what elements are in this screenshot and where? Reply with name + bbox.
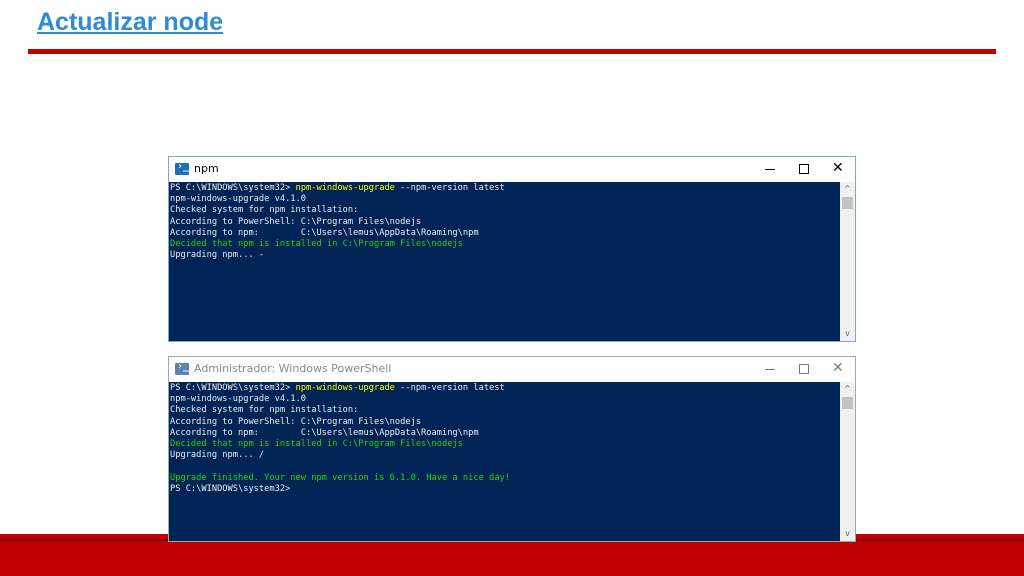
window-title: npm [194,162,219,175]
minimize-button[interactable] [753,357,787,382]
window-title: Administrador: Windows PowerShell [194,362,392,375]
title-divider [28,49,996,54]
minimize-button[interactable] [753,157,787,182]
maximize-icon [799,364,809,374]
scroll-down-icon[interactable]: v [840,527,855,541]
powershell-icon [175,361,189,375]
minimize-icon [765,369,775,370]
command-text: npm-windows-upgrade [295,383,395,393]
scroll-thumb[interactable] [842,397,853,409]
maximize-icon [799,164,809,174]
console-output[interactable]: PS C:\WINDOWS\system32> npm-windows-upgr… [169,382,840,541]
close-button[interactable]: ✕ [821,157,855,182]
console-line: According to npm: C:\Users\lemus\AppData… [170,227,479,238]
scroll-up-icon[interactable]: ^ [840,182,855,196]
console-line: According to PowerShell: C:\Program File… [170,216,422,227]
scroll-down-icon[interactable]: v [840,327,855,341]
scroll-thumb[interactable] [842,197,853,209]
scroll-up-icon[interactable]: ^ [840,382,855,396]
command-args: --npm-version latest [394,183,505,193]
console-line-success: Upgrade finished. Your new npm version i… [170,472,510,483]
slide-title[interactable]: Actualizar node [37,8,223,37]
vertical-scrollbar[interactable]: ^ v [840,382,855,541]
maximize-button[interactable] [787,357,821,382]
close-button[interactable]: ✕ [821,357,855,382]
powershell-console-window[interactable]: Administrador: Windows PowerShell ✕ PS C… [168,356,856,542]
prompt-text: PS C:\WINDOWS\system32> [170,383,296,393]
vertical-scrollbar[interactable]: ^ v [840,182,855,341]
console-line: npm-windows-upgrade v4.1.0 [170,194,306,205]
maximize-button[interactable] [787,157,821,182]
window-titlebar[interactable]: Administrador: Windows PowerShell ✕ [169,357,855,382]
console-line-success: Decided that npm is installed in C:\Prog… [170,238,463,249]
console-line: Upgrading npm... - [170,250,265,261]
console-line-success: Decided that npm is installed in C:\Prog… [170,438,463,449]
console-line: According to PowerShell: C:\Program File… [170,416,422,427]
prompt-text: PS C:\WINDOWS\system32> [170,183,296,193]
console-line: Checked system for npm installation: [170,205,359,216]
console-line: PS C:\WINDOWS\system32> npm-windows-upgr… [170,383,840,394]
powershell-icon [175,161,189,175]
console-line-prompt[interactable]: PS C:\WINDOWS\system32> [170,484,840,495]
command-text: npm-windows-upgrade [295,183,395,193]
close-icon: ✕ [832,160,844,176]
console-line: Upgrading npm... / [170,450,265,461]
console-line: npm-windows-upgrade v4.1.0 [170,394,306,405]
console-output[interactable]: PS C:\WINDOWS\system32> npm-windows-upgr… [169,182,840,341]
console-line: Checked system for npm installation: [170,405,359,416]
minimize-icon [765,169,775,170]
window-titlebar[interactable]: npm ✕ [169,157,855,182]
command-args: --npm-version latest [394,383,505,393]
close-icon: ✕ [832,360,844,376]
console-line: PS C:\WINDOWS\system32> npm-windows-upgr… [170,183,840,194]
console-line: According to npm: C:\Users\lemus\AppData… [170,427,479,438]
npm-console-window[interactable]: npm ✕ PS C:\WINDOWS\system32> npm-window… [168,156,856,342]
